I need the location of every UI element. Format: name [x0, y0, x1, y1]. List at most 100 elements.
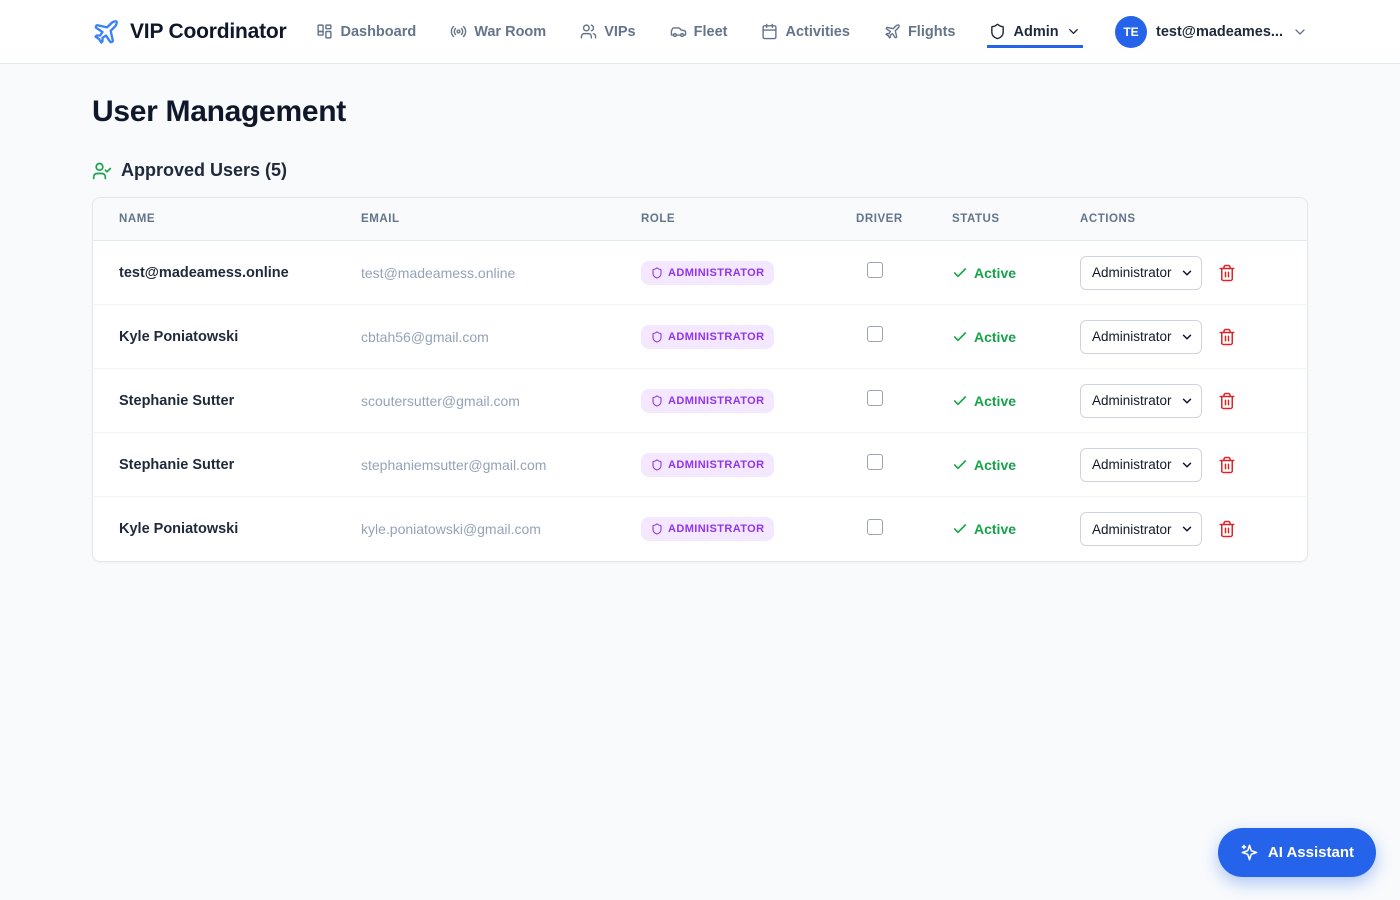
- brand-title: VIP Coordinator: [130, 20, 286, 44]
- check-icon: [952, 265, 968, 281]
- ai-assistant-label: AI Assistant: [1268, 844, 1354, 861]
- user-menu[interactable]: TE test@madeames...: [1115, 16, 1308, 48]
- driver-checkbox[interactable]: [867, 519, 883, 535]
- shield-icon: [651, 523, 663, 535]
- status-badge: Active: [952, 329, 1080, 345]
- trash-icon: [1218, 392, 1236, 410]
- user-check-icon: [92, 161, 112, 181]
- chevron-down-icon: [1292, 24, 1308, 40]
- table-body: test@madeamess.onlinetest@madeamess.onli…: [93, 241, 1307, 561]
- role-badge-label: ADMINISTRATOR: [668, 331, 764, 343]
- status-badge: Active: [952, 393, 1080, 409]
- approved-users-table: Name Email Role Driver Status Actions te…: [92, 197, 1308, 562]
- nav-item-fleet[interactable]: Fleet: [668, 15, 730, 48]
- role-select-wrap: Administrator: [1080, 384, 1202, 418]
- nav-label: Dashboard: [340, 24, 416, 40]
- trash-icon: [1218, 264, 1236, 282]
- role-select[interactable]: Administrator: [1080, 384, 1202, 418]
- driver-checkbox[interactable]: [867, 326, 883, 342]
- trash-icon: [1218, 456, 1236, 474]
- role-select[interactable]: Administrator: [1080, 320, 1202, 354]
- status-badge: Active: [952, 457, 1080, 473]
- status-label: Active: [974, 457, 1016, 473]
- chevron-down-icon: [1066, 24, 1081, 39]
- column-header-role: Role: [641, 213, 856, 225]
- column-header-email: Email: [361, 213, 641, 225]
- car-icon: [670, 23, 687, 40]
- role-badge: ADMINISTRATOR: [641, 325, 774, 349]
- role-select[interactable]: Administrator: [1080, 448, 1202, 482]
- user-name: Kyle Poniatowski: [119, 521, 361, 537]
- avatar: TE: [1115, 16, 1147, 48]
- role-badge-label: ADMINISTRATOR: [668, 395, 764, 407]
- delete-user-button[interactable]: [1218, 456, 1236, 474]
- table-row: Stephanie Sutterstephaniemsutter@gmail.c…: [93, 433, 1307, 497]
- role-badge-label: ADMINISTRATOR: [668, 267, 764, 279]
- delete-user-button[interactable]: [1218, 520, 1236, 538]
- nav-label: Admin: [1013, 24, 1058, 40]
- top-navbar: VIP Coordinator Dashboard War Room VIPs …: [0, 0, 1400, 64]
- table-row: test@madeamess.onlinetest@madeamess.onli…: [93, 241, 1307, 305]
- shield-icon: [651, 331, 663, 343]
- plane-logo-icon: [92, 18, 120, 46]
- page-title: User Management: [92, 95, 1308, 129]
- nav-item-war-room[interactable]: War Room: [448, 15, 548, 48]
- driver-checkbox[interactable]: [867, 454, 883, 470]
- calendar-icon: [761, 23, 778, 40]
- sparkles-icon: [1240, 843, 1259, 862]
- status-label: Active: [974, 521, 1016, 537]
- driver-checkbox[interactable]: [867, 390, 883, 406]
- column-header-driver: Driver: [856, 213, 952, 225]
- check-icon: [952, 329, 968, 345]
- column-header-name: Name: [119, 213, 361, 225]
- status-badge: Active: [952, 521, 1080, 537]
- driver-checkbox[interactable]: [867, 262, 883, 278]
- role-select-wrap: Administrator: [1080, 256, 1202, 290]
- users-icon: [580, 23, 597, 40]
- role-select[interactable]: Administrator: [1080, 256, 1202, 290]
- user-name: Stephanie Sutter: [119, 457, 361, 473]
- column-header-status: Status: [952, 213, 1080, 225]
- nav-item-flights[interactable]: Flights: [882, 15, 958, 48]
- user-name: Kyle Poniatowski: [119, 329, 361, 345]
- brand[interactable]: VIP Coordinator: [92, 18, 286, 46]
- role-select[interactable]: Administrator: [1080, 512, 1202, 546]
- status-label: Active: [974, 393, 1016, 409]
- nav-label: War Room: [474, 24, 546, 40]
- role-badge: ADMINISTRATOR: [641, 261, 774, 285]
- role-badge-label: ADMINISTRATOR: [668, 523, 764, 535]
- nav-item-activities[interactable]: Activities: [759, 15, 851, 48]
- plane-icon: [884, 23, 901, 40]
- user-management-page: User Management Approved Users (5) Name …: [0, 64, 1400, 562]
- role-badge: ADMINISTRATOR: [641, 453, 774, 477]
- status-label: Active: [974, 329, 1016, 345]
- role-badge-label: ADMINISTRATOR: [668, 459, 764, 471]
- table-row: Kyle Poniatowskicbtah56@gmail.com ADMINIS…: [93, 305, 1307, 369]
- user-email: kyle.poniatowski@gmail.com: [361, 521, 641, 537]
- nav-item-vips[interactable]: VIPs: [578, 15, 637, 48]
- delete-user-button[interactable]: [1218, 392, 1236, 410]
- dashboard-grid-icon: [316, 23, 333, 40]
- role-badge: ADMINISTRATOR: [641, 389, 774, 413]
- delete-user-button[interactable]: [1218, 328, 1236, 346]
- check-icon: [952, 521, 968, 537]
- check-icon: [952, 393, 968, 409]
- nav-label: Flights: [908, 24, 956, 40]
- shield-icon: [651, 459, 663, 471]
- approved-users-section-header: Approved Users (5): [92, 160, 1308, 181]
- user-email: cbtah56@gmail.com: [361, 329, 641, 345]
- nav-label: Fleet: [694, 24, 728, 40]
- shield-icon: [651, 395, 663, 407]
- user-name: test@madeamess.online: [119, 265, 361, 281]
- role-select-wrap: Administrator: [1080, 448, 1202, 482]
- nav-item-dashboard[interactable]: Dashboard: [314, 15, 418, 48]
- shield-icon: [651, 267, 663, 279]
- table-row: Kyle Poniatowskikyle.poniatowski@gmail.c…: [93, 497, 1307, 561]
- ai-assistant-button[interactable]: AI Assistant: [1218, 828, 1376, 877]
- role-badge: ADMINISTRATOR: [641, 517, 774, 541]
- shield-icon: [989, 23, 1006, 40]
- role-select-wrap: Administrator: [1080, 512, 1202, 546]
- nav-item-admin[interactable]: Admin: [987, 15, 1082, 48]
- main-nav: Dashboard War Room VIPs Fleet Activities…: [314, 15, 1082, 48]
- delete-user-button[interactable]: [1218, 264, 1236, 282]
